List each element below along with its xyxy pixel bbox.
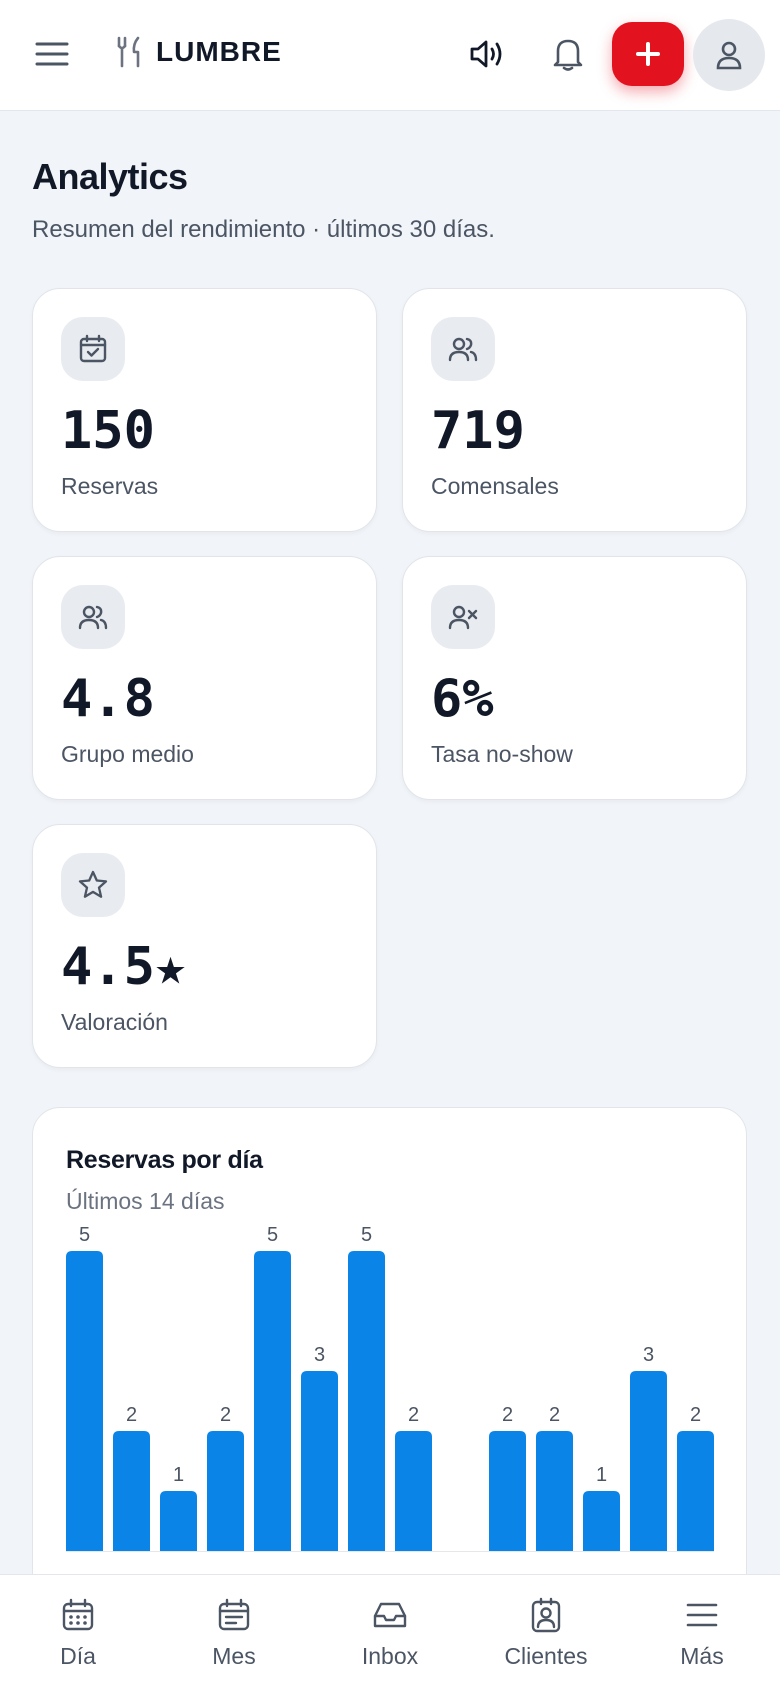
user-x-icon xyxy=(431,585,495,649)
user-avatar-button[interactable] xyxy=(693,19,765,91)
stat-label: Comensales xyxy=(431,473,559,499)
chart-bar xyxy=(395,1431,432,1551)
nav-item-mas[interactable]: Más xyxy=(624,1575,780,1688)
brand-name: LUMBRE xyxy=(156,36,282,67)
chart-bar xyxy=(348,1251,385,1551)
bottom-navigation: Día Mes Inbox Clientes Más xyxy=(0,1574,780,1688)
stat-card-comensales: 719 Comensales xyxy=(402,288,747,532)
speaker-icon xyxy=(470,40,502,68)
star-icon xyxy=(61,853,125,917)
top-bar: LUMBRE xyxy=(0,0,780,111)
inbox-icon xyxy=(372,1597,408,1633)
page-title: Analytics xyxy=(32,156,188,197)
stat-value: 719 xyxy=(431,401,525,461)
stat-value: 6% xyxy=(431,669,494,729)
brand[interactable]: LUMBRE xyxy=(116,36,282,68)
chart-bar-label: 5 xyxy=(267,1224,278,1246)
chart-bar xyxy=(66,1251,103,1551)
chart-bar-label: 2 xyxy=(408,1404,419,1426)
chart-bar-label: 2 xyxy=(502,1404,513,1426)
cutlery-icon xyxy=(117,36,140,68)
nav-item-inbox[interactable]: Inbox xyxy=(312,1575,468,1688)
chart-bar-label: 2 xyxy=(220,1404,231,1426)
stat-label: Reservas xyxy=(61,473,159,499)
add-reservation-button[interactable] xyxy=(612,22,684,86)
chart-bar xyxy=(113,1431,150,1551)
calendar-month-icon xyxy=(216,1597,252,1633)
stat-card-reservas: 150 Reservas xyxy=(32,288,377,532)
stat-value: 4.8 xyxy=(61,669,155,729)
users-icon xyxy=(61,585,125,649)
menu-button[interactable] xyxy=(28,30,76,78)
chart-bar xyxy=(536,1431,573,1551)
chart-bar-label: 1 xyxy=(596,1464,607,1486)
nav-label: Más xyxy=(680,1643,724,1669)
stat-value: 150 xyxy=(61,401,155,461)
hamburger-icon xyxy=(35,42,69,66)
chart-bar xyxy=(489,1431,526,1551)
contact-icon xyxy=(528,1597,564,1633)
chart-bar-label: 3 xyxy=(643,1344,654,1366)
plus-icon xyxy=(636,42,660,66)
nav-label: Inbox xyxy=(361,1643,419,1669)
chart-bar-label: 5 xyxy=(361,1224,372,1246)
nav-label: Clientes xyxy=(504,1643,588,1669)
stat-card-valoracion: 4.5★ Valoración xyxy=(32,824,377,1068)
users-icon xyxy=(431,317,495,381)
chart-bar-label: 2 xyxy=(126,1404,137,1426)
chart-bar xyxy=(630,1371,667,1551)
stat-label: Valoración xyxy=(61,1009,168,1035)
chart-bar xyxy=(677,1431,714,1551)
chart-bar xyxy=(301,1371,338,1551)
chart-bar-label: 2 xyxy=(549,1404,560,1426)
notifications-button[interactable] xyxy=(544,30,592,78)
chart-bar-label: 1 xyxy=(173,1464,184,1486)
nav-item-mes[interactable]: Mes xyxy=(156,1575,312,1688)
nav-label: Mes xyxy=(212,1643,256,1669)
stat-label: Tasa no-show xyxy=(431,741,573,767)
stat-label: Grupo medio xyxy=(61,741,194,767)
user-icon xyxy=(716,41,742,70)
nav-item-dia[interactable]: Día xyxy=(0,1575,156,1688)
page-subtitle: Resumen del rendimiento · últimos 30 día… xyxy=(32,216,495,243)
bell-icon xyxy=(553,39,583,71)
nav-label: Día xyxy=(60,1643,96,1669)
chart-bar-label: 2 xyxy=(690,1404,701,1426)
chart-bar-label: 5 xyxy=(79,1224,90,1246)
menu-icon xyxy=(684,1597,720,1633)
chart-bar xyxy=(583,1491,620,1551)
chart-bar xyxy=(207,1431,244,1551)
chart-bar xyxy=(160,1491,197,1551)
stat-card-grupo-medio: 4.8 Grupo medio xyxy=(32,556,377,800)
stat-card-no-show: 6% Tasa no-show xyxy=(402,556,747,800)
chart-bar-label: 3 xyxy=(314,1344,325,1366)
calendar-day-icon xyxy=(60,1597,96,1633)
nav-item-clientes[interactable]: Clientes xyxy=(468,1575,624,1688)
calendar-check-icon xyxy=(61,317,125,381)
sound-toggle-button[interactable] xyxy=(464,30,512,78)
stat-value: 4.5★ xyxy=(61,937,187,997)
chart-bar xyxy=(254,1251,291,1551)
